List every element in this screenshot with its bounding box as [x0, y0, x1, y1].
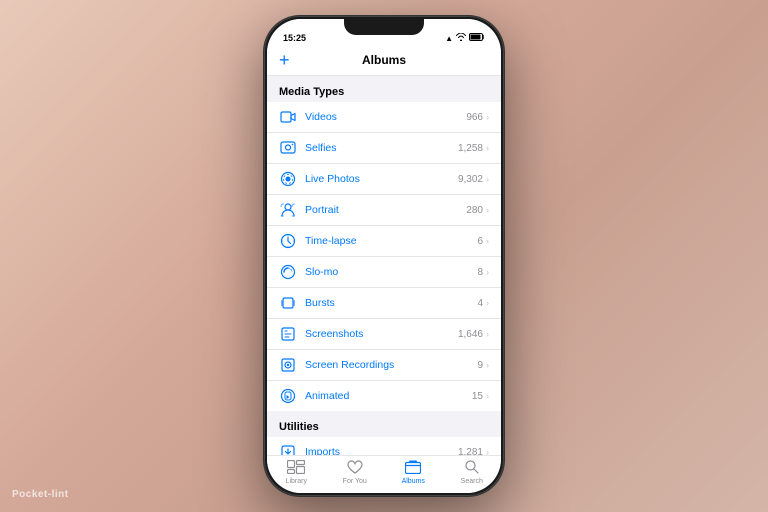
media-types-section: Media Types Videos 966 › [267, 76, 501, 411]
videos-chevron: › [486, 112, 489, 122]
list-item-imports[interactable]: Imports 1,281 › [267, 437, 501, 455]
videos-count: 966 [466, 112, 483, 123]
battery-icon [469, 33, 485, 43]
signal-icon: ▲ [445, 34, 453, 43]
portrait-count: 280 [466, 205, 483, 216]
for-you-tab-icon [347, 460, 363, 477]
list-item-screen-recordings[interactable]: Screen Recordings 9 › [267, 350, 501, 381]
tab-bar: Library For You Albums [267, 455, 501, 493]
videos-label: Videos [305, 111, 466, 123]
timelapse-chevron: › [486, 236, 489, 246]
search-tab-label: Search [461, 478, 483, 485]
bursts-count: 4 [477, 298, 483, 309]
navigation-bar: + Albums [267, 47, 501, 76]
animated-chevron: › [486, 391, 489, 401]
tab-albums[interactable]: Albums [384, 460, 443, 485]
list-item-timelapse[interactable]: Time-lapse 6 › [267, 226, 501, 257]
screenshots-count: 1,646 [458, 329, 483, 340]
portrait-icon [279, 201, 297, 219]
imports-icon [279, 443, 297, 455]
bursts-icon [279, 294, 297, 312]
wifi-icon [456, 33, 466, 43]
list-item-videos[interactable]: Videos 966 › [267, 102, 501, 133]
portrait-label: Portrait [305, 204, 466, 216]
search-tab-icon [465, 460, 479, 477]
selfies-chevron: › [486, 143, 489, 153]
screen-recordings-icon [279, 356, 297, 374]
screen-recordings-chevron: › [486, 360, 489, 370]
portrait-chevron: › [486, 205, 489, 215]
timelapse-label: Time-lapse [305, 235, 477, 247]
utilities-list: Imports 1,281 › Hidden [267, 437, 501, 455]
imports-label: Imports [305, 446, 458, 455]
selfies-count: 1,258 [458, 143, 483, 154]
screenshots-icon [279, 325, 297, 343]
utilities-section: Utilities Imports 1,281 › [267, 411, 501, 455]
albums-content: Media Types Videos 966 › [267, 76, 501, 455]
tab-for-you[interactable]: For You [326, 460, 385, 485]
media-types-list: Videos 966 › Selfies [267, 102, 501, 411]
for-you-tab-label: For You [343, 478, 367, 485]
imports-chevron: › [486, 447, 489, 455]
live-photos-icon [279, 170, 297, 188]
screen-recordings-label: Screen Recordings [305, 359, 477, 371]
list-item-slo-mo[interactable]: Slo-mo 8 › [267, 257, 501, 288]
list-item-animated[interactable]: Animated 15 › [267, 381, 501, 411]
live-photos-label: Live Photos [305, 173, 458, 185]
notch [344, 19, 424, 35]
status-time: 15:25 [283, 33, 306, 43]
animated-label: Animated [305, 390, 472, 402]
slo-mo-icon [279, 263, 297, 281]
selfie-icon [279, 139, 297, 157]
timelapse-count: 6 [477, 236, 483, 247]
screen-recordings-count: 9 [477, 360, 483, 371]
albums-tab-label: Albums [402, 478, 425, 485]
live-photos-chevron: › [486, 174, 489, 184]
screenshots-label: Screenshots [305, 328, 458, 340]
phone-screen: 15:25 ▲ [267, 19, 501, 493]
status-icons: ▲ [445, 33, 485, 43]
timelapse-icon [279, 232, 297, 250]
list-item-screenshots[interactable]: Screenshots 1,646 › [267, 319, 501, 350]
list-item-live-photos[interactable]: Live Photos 9,302 › [267, 164, 501, 195]
slo-mo-count: 8 [477, 267, 483, 278]
animated-count: 15 [472, 391, 483, 402]
bursts-chevron: › [486, 298, 489, 308]
phone-shell: 15:25 ▲ [264, 16, 504, 496]
bursts-label: Bursts [305, 297, 477, 309]
albums-tab-icon [405, 460, 421, 477]
selfies-label: Selfies [305, 142, 458, 154]
tab-library[interactable]: Library [267, 460, 326, 485]
add-album-button[interactable]: + [279, 51, 290, 69]
library-tab-label: Library [286, 478, 307, 485]
status-bar: 15:25 ▲ [267, 19, 501, 47]
list-item-bursts[interactable]: Bursts 4 › [267, 288, 501, 319]
utilities-header: Utilities [267, 411, 501, 437]
list-item-selfies[interactable]: Selfies 1,258 › [267, 133, 501, 164]
list-item-portrait[interactable]: Portrait 280 › [267, 195, 501, 226]
slo-mo-chevron: › [486, 267, 489, 277]
screenshots-chevron: › [486, 329, 489, 339]
slo-mo-label: Slo-mo [305, 266, 477, 278]
watermark: Pocket-lint [12, 489, 69, 500]
live-photos-count: 9,302 [458, 174, 483, 185]
animated-icon [279, 387, 297, 405]
media-types-header: Media Types [267, 76, 501, 102]
video-icon [279, 108, 297, 126]
page-title: Albums [362, 53, 406, 67]
imports-count: 1,281 [458, 447, 483, 456]
library-tab-icon [287, 460, 305, 477]
tab-search[interactable]: Search [443, 460, 502, 485]
